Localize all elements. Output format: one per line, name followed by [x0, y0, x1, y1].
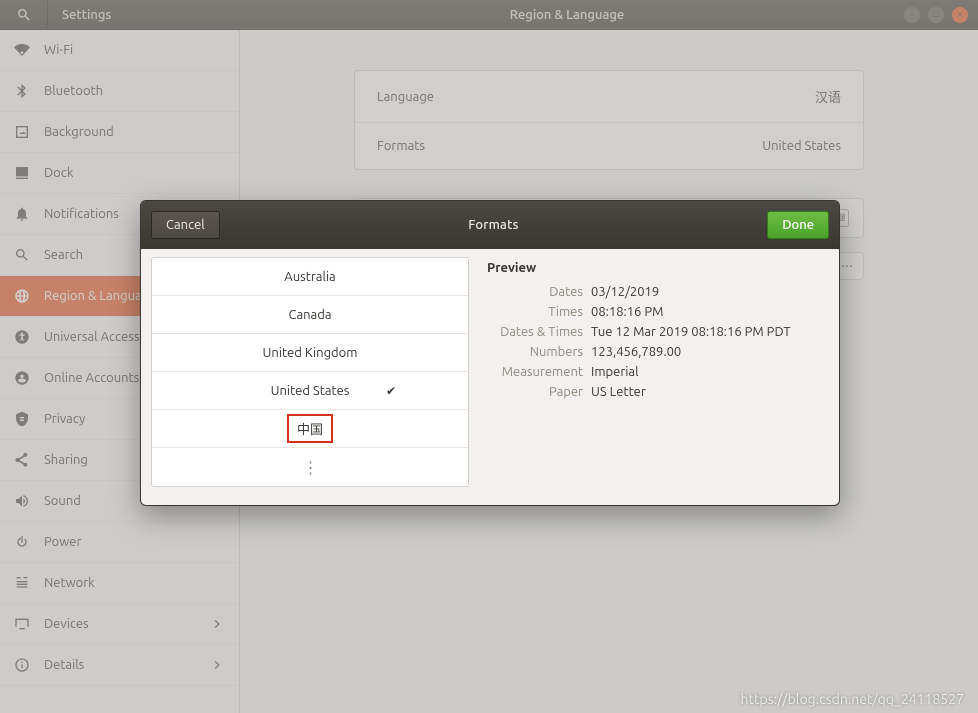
format-item-label: United States [271, 384, 350, 398]
chevron-right-icon [209, 616, 225, 632]
sidebar-item-devices[interactable]: Devices [0, 604, 239, 645]
sidebar-item-label: Background [44, 125, 114, 139]
minimize-button[interactable]: – [904, 7, 920, 23]
bluetooth-icon [14, 83, 30, 99]
sidebar-item-label: Sharing [44, 453, 88, 467]
preview-value: Tue 12 Mar 2019 08:18:16 PM PDT [591, 325, 791, 339]
search-icon [16, 7, 32, 23]
done-button[interactable]: Done [767, 211, 829, 239]
sidebar-item-wifi[interactable]: Wi-Fi [0, 30, 239, 71]
background-icon [14, 124, 30, 140]
row-value: 汉语 [815, 87, 841, 106]
sidebar-item-label: Dock [44, 166, 73, 180]
header-search-button[interactable] [0, 0, 48, 29]
accessibility-icon [14, 329, 30, 345]
preview-row-dates: Dates 03/12/2019 [487, 285, 829, 299]
formats-dialog: Cancel Formats Done Australia Canada Uni… [140, 200, 840, 506]
privacy-icon [14, 411, 30, 427]
bell-icon [14, 206, 30, 222]
dock-icon [14, 165, 30, 181]
power-icon [14, 534, 30, 550]
preview-value: 03/12/2019 [591, 285, 659, 299]
row-label: Language [377, 90, 434, 104]
window-header: Settings Region & Language – □ × [0, 0, 978, 30]
sidebar-item-label: Network [44, 576, 95, 590]
format-list: Australia Canada United Kingdom United S… [151, 257, 469, 487]
format-item-label: 中国 [287, 414, 333, 443]
preview-row-numbers: Numbers 123,456,789.00 [487, 345, 829, 359]
window-controls: – □ × [894, 7, 978, 23]
preview-value: US Letter [591, 385, 646, 399]
preview-value: 08:18:16 PM [591, 305, 663, 319]
format-item-china[interactable]: 中国 [152, 410, 468, 448]
preview-row-times: Times 08:18:16 PM [487, 305, 829, 319]
row-value: United States [762, 139, 841, 153]
preview-row-paper: Paper US Letter [487, 385, 829, 399]
row-label: Formats [377, 139, 425, 153]
sharing-icon [14, 452, 30, 468]
preview-panel: Preview Dates 03/12/2019 Times 08:18:16 … [487, 257, 829, 487]
dialog-title: Formats [468, 218, 518, 232]
sound-icon [14, 493, 30, 509]
watermark: https://blog.csdn.net/qq_24118527 [741, 691, 964, 707]
sidebar-item-details[interactable]: Details [0, 645, 239, 686]
sidebar-item-label: Universal Access [44, 330, 139, 344]
close-button[interactable]: × [952, 7, 968, 23]
preview-value: Imperial [591, 365, 639, 379]
preview-value: 123,456,789.00 [591, 345, 681, 359]
preview-label: Dates & Times [487, 325, 591, 339]
preview-label: Dates [487, 285, 591, 299]
formats-row[interactable]: Formats United States [355, 123, 863, 169]
cancel-button[interactable]: Cancel [151, 211, 220, 239]
preview-row-dates-times: Dates & Times Tue 12 Mar 2019 08:18:16 P… [487, 325, 829, 339]
more-icon: ⋮ [303, 458, 318, 477]
language-formats-list: Language 汉语 Formats United States [354, 70, 864, 170]
preview-label: Numbers [487, 345, 591, 359]
sidebar-item-label: Devices [44, 617, 89, 631]
format-item-united-states[interactable]: United States ✔ [152, 372, 468, 410]
format-item-label: United Kingdom [263, 346, 358, 360]
check-icon: ✔ [386, 384, 396, 398]
sidebar-item-label: Power [44, 535, 81, 549]
sidebar-item-label: Details [44, 658, 84, 672]
sidebar-item-label: Wi-Fi [44, 43, 73, 57]
details-icon [14, 657, 30, 673]
search-icon [14, 247, 30, 263]
sidebar-item-label: Online Accounts [44, 371, 139, 385]
app-title: Settings [48, 8, 240, 22]
sidebar-item-label: Sound [44, 494, 81, 508]
language-row[interactable]: Language 汉语 [355, 71, 863, 123]
maximize-button[interactable]: □ [928, 7, 944, 23]
preview-label: Paper [487, 385, 591, 399]
panel-title: Region & Language [240, 8, 894, 22]
format-more-button[interactable]: ⋮ [152, 448, 468, 486]
format-item-canada[interactable]: Canada [152, 296, 468, 334]
sidebar-item-bluetooth[interactable]: Bluetooth [0, 71, 239, 112]
devices-icon [14, 616, 30, 632]
sidebar-item-label: Bluetooth [44, 84, 103, 98]
format-item-australia[interactable]: Australia [152, 258, 468, 296]
preview-row-measurement: Measurement Imperial [487, 365, 829, 379]
sidebar-item-label: Notifications [44, 207, 119, 221]
dialog-header: Cancel Formats Done [141, 201, 839, 249]
sidebar-item-dock[interactable]: Dock [0, 153, 239, 194]
sidebar-item-label: Privacy [44, 412, 85, 426]
format-item-label: Canada [288, 308, 331, 322]
globe-icon [14, 288, 30, 304]
sidebar-item-power[interactable]: Power [0, 522, 239, 563]
preview-title: Preview [487, 261, 829, 275]
network-icon [14, 575, 30, 591]
sidebar-item-background[interactable]: Background [0, 112, 239, 153]
format-item-united-kingdom[interactable]: United Kingdom [152, 334, 468, 372]
sidebar-item-network[interactable]: Network [0, 563, 239, 604]
format-item-label: Australia [284, 270, 335, 284]
preview-label: Times [487, 305, 591, 319]
sidebar-item-label: Search [44, 248, 83, 262]
online-accounts-icon [14, 370, 30, 386]
wifi-icon [14, 42, 30, 58]
chevron-right-icon [209, 657, 225, 673]
preview-label: Measurement [487, 365, 591, 379]
